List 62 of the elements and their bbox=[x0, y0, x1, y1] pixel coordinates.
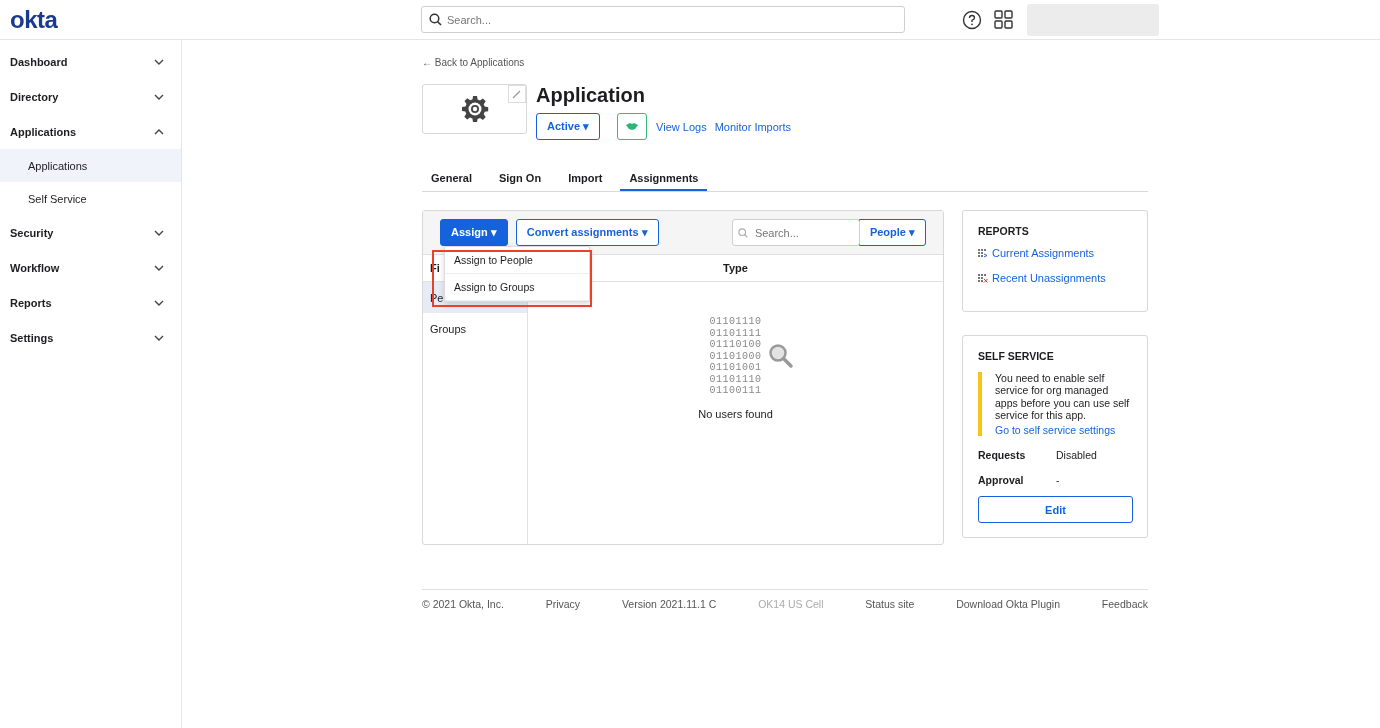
sidebar-item[interactable]: Directory bbox=[0, 79, 181, 114]
sidebar-item[interactable]: Settings bbox=[0, 320, 181, 355]
gear-icon bbox=[460, 95, 489, 123]
report-icon bbox=[978, 248, 988, 258]
chevron-down-icon bbox=[154, 334, 164, 341]
filter-item[interactable]: Groups bbox=[423, 313, 527, 344]
sidebar-subitem[interactable]: Self Service bbox=[0, 182, 181, 215]
report-link[interactable]: Current Assignments bbox=[992, 247, 1095, 259]
footer-link[interactable]: Privacy bbox=[545, 598, 581, 610]
chevron-up-icon bbox=[154, 128, 164, 135]
chevron-down-icon bbox=[154, 58, 164, 65]
self-service-settings-link[interactable]: Go to self service settings bbox=[995, 424, 1132, 437]
assign-button[interactable]: Assign ▾ bbox=[440, 219, 508, 246]
convert-assignments-button[interactable]: Convert assignments ▾ bbox=[515, 219, 659, 246]
sidebar-item[interactable]: Security bbox=[0, 215, 181, 250]
chevron-down-icon bbox=[154, 229, 164, 236]
sidebar-item[interactable]: Dashboard bbox=[0, 44, 181, 79]
help-icon[interactable] bbox=[962, 9, 982, 30]
footer-text: Version 2021.11.1 C bbox=[621, 598, 717, 610]
edit-button[interactable]: Edit bbox=[978, 496, 1133, 524]
card-title: SELF SERVICE bbox=[978, 350, 1055, 362]
field-label: Requests bbox=[978, 449, 1027, 462]
field-label: Approval bbox=[978, 474, 1025, 487]
sidebar-item[interactable]: Applications bbox=[0, 114, 181, 149]
report-link[interactable]: Recent Unassignments bbox=[992, 272, 1106, 284]
back-link[interactable]: ← Back to Applications bbox=[422, 57, 525, 68]
empty-message: No users found bbox=[698, 407, 773, 420]
magnifier-icon bbox=[767, 343, 794, 370]
notice-text: You need to enable self service for org managed apps before you can use self service for this app. bbox=[995, 372, 1131, 422]
footer-link[interactable]: Feedback bbox=[1101, 598, 1148, 610]
sidebar-item[interactable]: Reports bbox=[0, 285, 181, 320]
people-filter-dropdown[interactable]: People ▾ bbox=[858, 219, 926, 246]
tab[interactable]: Import bbox=[559, 166, 612, 191]
status-dropdown[interactable]: Active ▾ bbox=[536, 113, 601, 140]
report-remove-icon bbox=[978, 273, 988, 283]
card-title: REPORTS bbox=[978, 225, 1030, 237]
footer-link[interactable]: Download Okta Plugin bbox=[956, 598, 1061, 610]
edit-pencil-icon[interactable] bbox=[508, 85, 526, 103]
menu-item[interactable]: Assign to People bbox=[445, 247, 589, 274]
menu-item[interactable]: Assign to Groups bbox=[445, 274, 589, 301]
tab[interactable]: Sign On bbox=[489, 166, 551, 191]
tab[interactable]: Assignments bbox=[620, 166, 708, 191]
sidebar-item[interactable]: Workflow bbox=[0, 250, 181, 285]
footer-text: OK14 US Cell bbox=[758, 598, 824, 610]
app-title: Application bbox=[536, 84, 646, 107]
sidebar-subitem[interactable]: Applications bbox=[0, 149, 181, 182]
search-field[interactable]: Search... bbox=[731, 219, 860, 246]
tab[interactable]: General bbox=[422, 166, 481, 191]
app-grid-icon[interactable] bbox=[994, 10, 1013, 29]
binary-art: 01101110 01101111 01110100 01101000 01101001 01101110 01100111 bbox=[709, 316, 762, 397]
field-value: - bbox=[1056, 474, 1060, 487]
okta-logo[interactable]: okta bbox=[10, 5, 421, 34]
header-link[interactable]: Monitor Imports bbox=[714, 120, 792, 133]
chevron-down-icon bbox=[154, 299, 164, 306]
header-link[interactable]: View Logs bbox=[656, 120, 707, 133]
search-field[interactable]: Search... bbox=[421, 6, 905, 33]
chevron-down-icon bbox=[154, 264, 164, 271]
footer-text: © 2021 Okta, Inc. bbox=[422, 598, 504, 610]
field-value: Disabled bbox=[1056, 449, 1097, 462]
handshake-button[interactable] bbox=[617, 113, 648, 140]
chevron-down-icon bbox=[154, 93, 164, 100]
footer-link[interactable]: Status site bbox=[865, 598, 915, 610]
